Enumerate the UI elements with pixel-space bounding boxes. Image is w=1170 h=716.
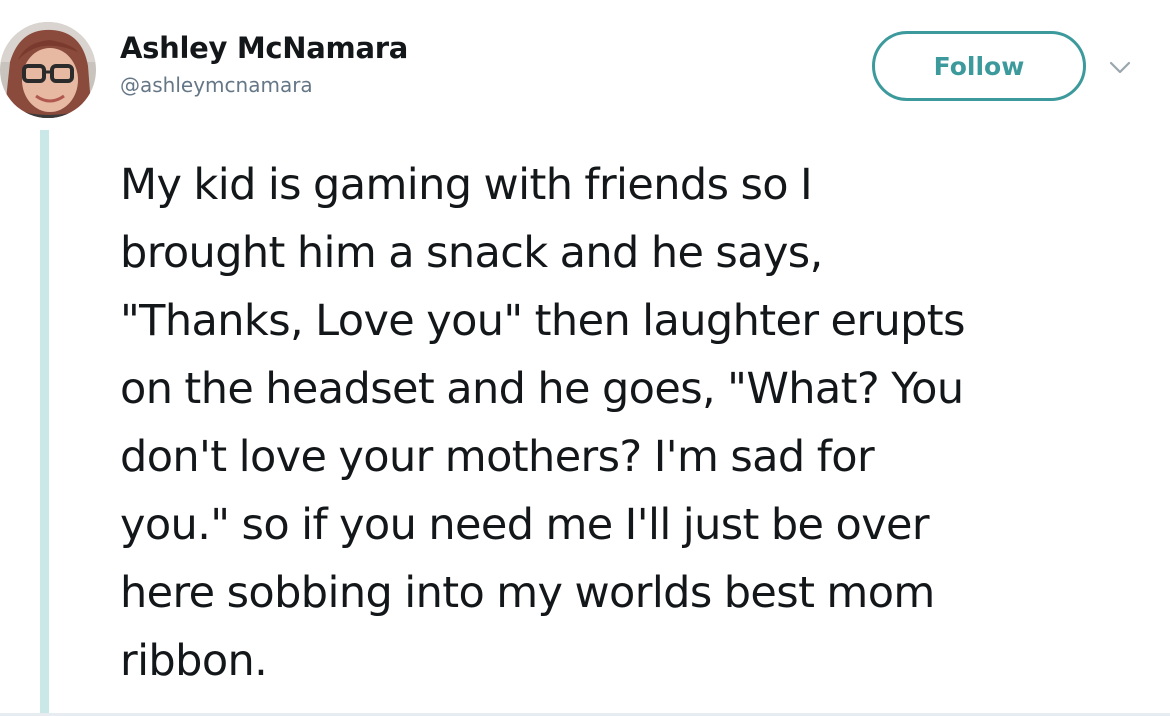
tweet-text-line: brought him a snack and he says, [120,228,823,278]
avatar[interactable] [0,22,96,118]
thread-line [40,130,49,716]
tweet-text-line: ribbon. [120,636,268,686]
follow-button[interactable]: Follow [872,31,1086,101]
profile-photo-icon [0,22,96,118]
tweet-text-line: My kid is gaming with friends so I [120,160,813,210]
tweet-text-line: on the headset and he goes, "What? You [120,364,964,414]
tweet-text-line: you." so if you need me I'll just be ove… [120,500,930,550]
user-info: Ashley McNamara @ashleymcnamara [120,28,408,100]
tweet-text-line: here sobbing into my worlds best mom [120,568,935,618]
user-handle[interactable]: @ashleymcnamara [120,70,408,100]
tweet-card: Ashley McNamara @ashleymcnamara Follow M… [0,0,1170,716]
tweet-text: My kid is gaming with friends so I broug… [120,151,1165,695]
display-name[interactable]: Ashley McNamara [120,28,408,68]
tweet-text-line: don't love your mothers? I'm sad for [120,432,875,482]
tweet-text-line: "Thanks, Love you" then laughter erupts [120,296,965,346]
chevron-down-icon[interactable] [1109,60,1131,74]
